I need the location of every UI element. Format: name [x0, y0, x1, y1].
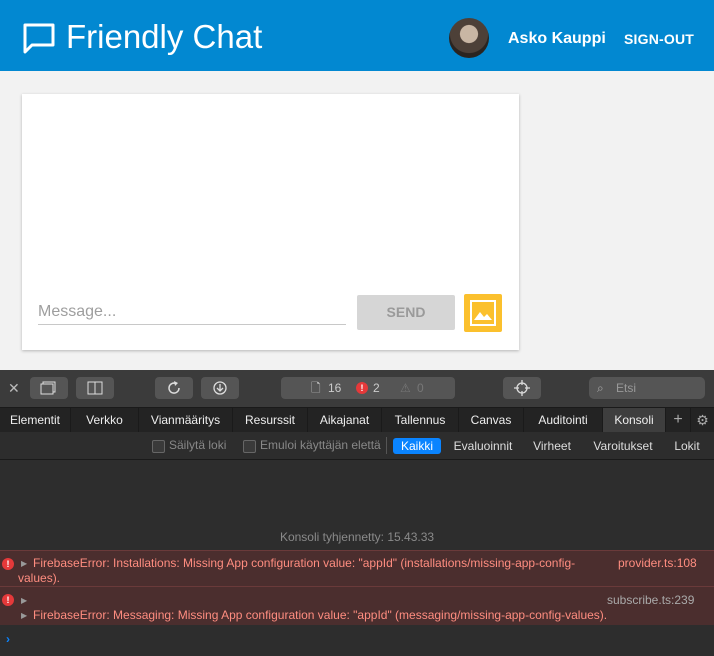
app-title: Friendly Chat — [66, 18, 263, 55]
dock-side-button[interactable] — [76, 377, 114, 399]
window-icon — [40, 381, 56, 395]
file-count: 16 — [328, 381, 342, 395]
settings-gear-icon[interactable]: ⚙ — [691, 408, 714, 432]
app-header: Friendly Chat Asko Kauppi SIGN-OUT — [0, 0, 714, 71]
undock-button[interactable] — [30, 377, 68, 399]
sign-out-button[interactable]: SIGN-OUT — [624, 31, 694, 47]
console-prompt[interactable]: › — [6, 632, 10, 646]
error-message: FirebaseError: Messaging: Missing App co… — [33, 608, 608, 622]
divider — [386, 437, 387, 454]
tab-canvas[interactable]: Canvas — [459, 408, 524, 432]
download-icon — [213, 381, 227, 395]
split-icon — [87, 381, 103, 395]
expand-triangle-icon[interactable]: ▶ — [21, 611, 27, 620]
emulate-gesture-label: Emuloi käyttäjän elettä — [260, 438, 381, 452]
expand-triangle-icon[interactable]: ▶ — [21, 559, 27, 568]
close-icon[interactable]: ✕ — [8, 380, 20, 397]
tab-tallennus[interactable]: Tallennus — [382, 408, 459, 432]
devtools-tabs: Elementit Verkko Vianmääritys Resurssit … — [0, 407, 714, 433]
tab-verkko[interactable]: Verkko — [71, 408, 139, 432]
chat-icon — [23, 23, 55, 54]
error-icon: ! — [2, 558, 14, 570]
error-icon: ! — [2, 594, 14, 606]
reload-button[interactable] — [155, 377, 193, 399]
message-input[interactable] — [38, 300, 346, 325]
emulate-gesture-checkbox[interactable] — [243, 440, 256, 453]
avatar — [449, 18, 489, 58]
preserve-log-label: Säilytä loki — [169, 438, 227, 452]
tab-aikajanat[interactable]: Aikajanat — [308, 408, 382, 432]
filter-evaluations[interactable]: Evaluoinnit — [449, 438, 517, 454]
console-error-row[interactable]: ! ▶ FirebaseError: Installations: Missin… — [0, 550, 714, 586]
console-error-row[interactable]: ! ▶ subscribe.ts:239 ▶ FirebaseError: Me… — [0, 586, 714, 625]
download-button[interactable] — [201, 377, 239, 399]
reload-icon — [168, 381, 180, 394]
search-field[interactable]: ⌕ Etsi — [589, 377, 705, 399]
console-cleared-message: Konsoli tyhjennetty: 15.43.33 — [279, 530, 435, 544]
expand-triangle-icon[interactable]: ▶ — [21, 596, 27, 605]
user-name: Asko Kauppi — [508, 30, 606, 47]
tab-elementit[interactable]: Elementit — [0, 408, 71, 432]
resource-counts: 🗋 16 ! 2 ⚠ 0 — [281, 377, 455, 399]
add-tab-icon[interactable]: + — [666, 408, 691, 432]
error-message-cont: values). — [18, 571, 61, 585]
devtools-panel: ✕ 🗋 16 ! 2 ⚠ 0 ⌕ Etsi Elementit Verkko V… — [0, 370, 714, 656]
filter-logs[interactable]: Lokit — [668, 438, 706, 454]
error-count[interactable]: 2 — [373, 377, 380, 399]
filter-all[interactable]: Kaikki — [393, 438, 441, 454]
search-icon: ⌕ — [597, 381, 604, 395]
error-icon[interactable]: ! — [356, 382, 368, 394]
crosshair-icon — [514, 380, 530, 396]
image-icon — [470, 300, 496, 326]
error-source-link[interactable]: provider.ts:108 — [618, 556, 697, 571]
target-button[interactable] — [503, 377, 541, 399]
upload-image-button[interactable] — [464, 294, 502, 332]
send-button[interactable]: SEND — [357, 295, 455, 330]
preserve-log-checkbox[interactable] — [152, 440, 165, 453]
error-source-link[interactable]: subscribe.ts:239 — [607, 593, 694, 608]
tab-auditointi[interactable]: Auditointi — [524, 408, 603, 432]
warning-count[interactable]: 0 — [417, 377, 424, 399]
devtools-toolbar: ✕ 🗋 16 ! 2 ⚠ 0 ⌕ Etsi — [0, 370, 714, 407]
filter-errors[interactable]: Virheet — [527, 438, 577, 454]
tab-vianmaaritys[interactable]: Vianmääritys — [139, 408, 233, 432]
warning-icon[interactable]: ⚠ — [400, 377, 411, 399]
tab-konsoli[interactable]: Konsoli — [603, 408, 666, 432]
tab-resurssit[interactable]: Resurssit — [233, 408, 308, 432]
messages-card: SEND — [22, 94, 519, 350]
error-message: FirebaseError: Installations: Missing Ap… — [33, 556, 576, 570]
search-placeholder: Etsi — [616, 381, 637, 395]
filter-warnings[interactable]: Varoitukset — [586, 438, 660, 454]
file-icon: 🗋 — [311, 381, 321, 395]
console-filter-bar: Säilytä loki Emuloi käyttäjän elettä Kai… — [0, 432, 714, 460]
